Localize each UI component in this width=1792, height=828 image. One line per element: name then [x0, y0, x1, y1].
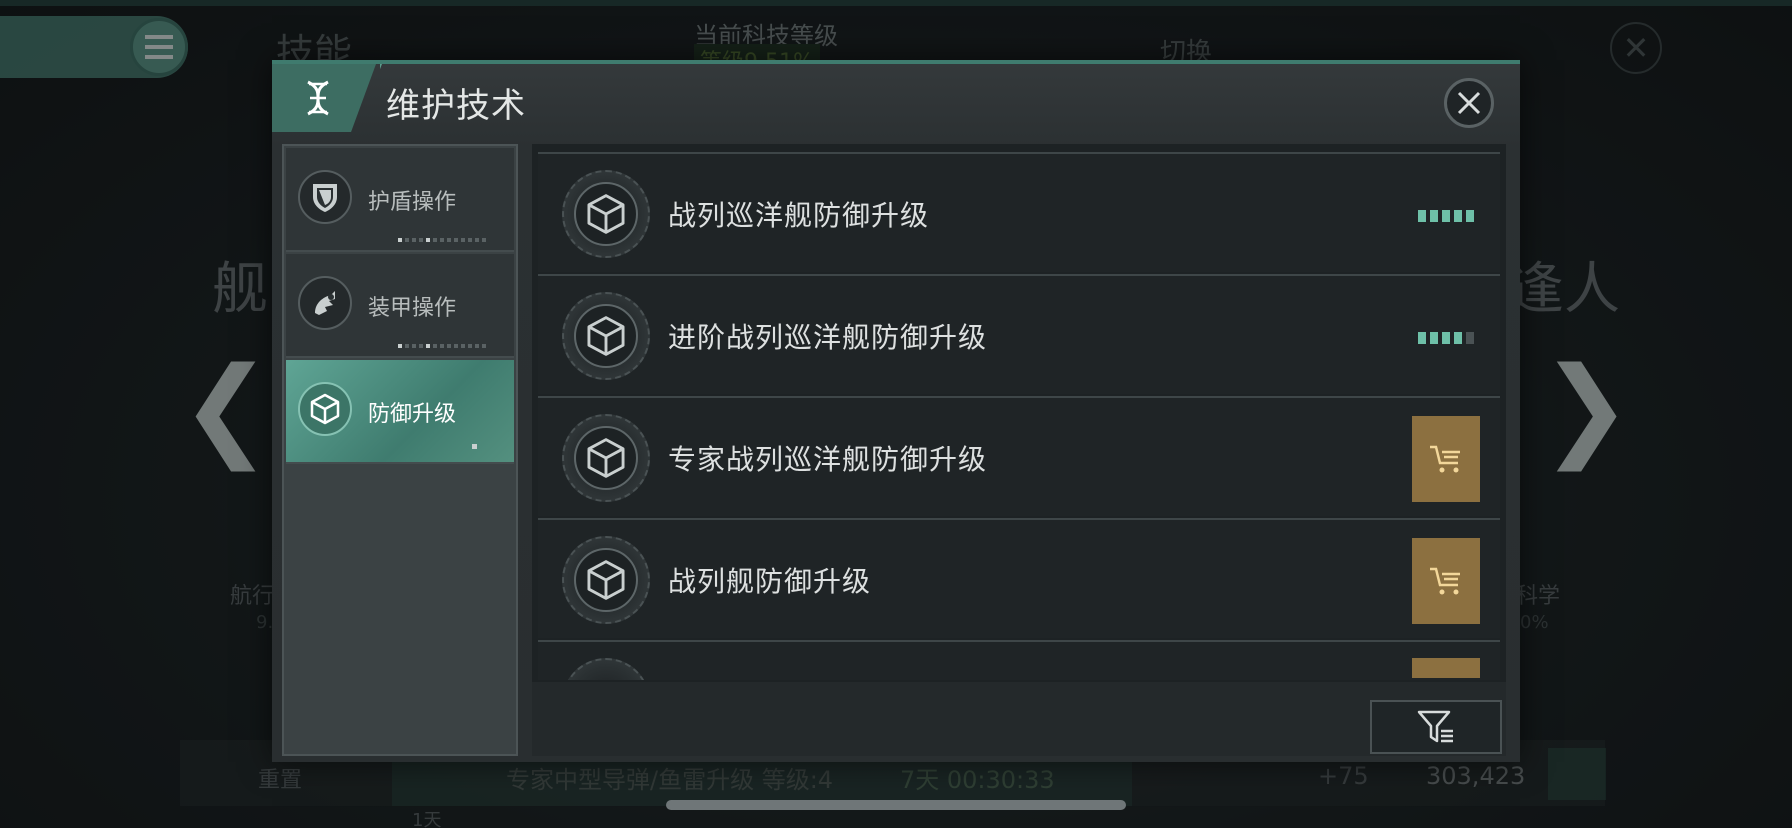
- level-pip: [1418, 210, 1426, 222]
- skill-icon-frame: [562, 536, 650, 624]
- cart-icon: [1430, 445, 1460, 473]
- level-pip: [1418, 332, 1426, 344]
- level-pip: [1430, 332, 1438, 344]
- skill-name: 战列舰防御升级: [668, 565, 872, 598]
- shield-icon: [298, 170, 352, 224]
- skill-name: 战列巡洋舰防御升级: [668, 199, 930, 232]
- dialog-title: 维护技术: [386, 86, 526, 126]
- list-footer: [532, 682, 1506, 756]
- buy-skill-button[interactable]: [1412, 416, 1480, 502]
- level-pip: [1466, 332, 1474, 344]
- maintenance-tech-dialog: 维护技术 护盾操作 装甲操作 防御升级 战列巡洋舰防御升级 进阶战列巡洋舰防御升…: [272, 60, 1520, 762]
- sidebar-item-defense-upgrade[interactable]: 防御升级: [286, 360, 514, 464]
- skill-icon-frame: [562, 292, 650, 380]
- skill-level-bar: [1418, 332, 1474, 344]
- cube-icon: [587, 316, 625, 356]
- filter-button[interactable]: [1370, 700, 1502, 754]
- skill-icon-frame: [562, 170, 650, 258]
- sidebar-progress-dots: [398, 344, 486, 348]
- close-icon: [1457, 91, 1481, 115]
- home-indicator[interactable]: [666, 800, 1126, 810]
- sidebar-progress-dots: [472, 444, 477, 449]
- sidebar-progress-dots: [398, 238, 486, 242]
- cart-icon: [1430, 567, 1460, 595]
- armor-icon: [298, 276, 352, 330]
- sidebar-item-label: 装甲操作: [368, 296, 457, 321]
- list-item[interactable]: 战列舰防御升级: [538, 518, 1500, 638]
- list-item[interactable]: 战列巡洋舰防御升级: [538, 152, 1500, 272]
- skill-name: 进阶战列巡洋舰防御升级: [668, 321, 988, 354]
- level-pip: [1454, 210, 1462, 222]
- list-item[interactable]: 进阶战列巡洋舰防御升级: [538, 274, 1500, 394]
- sidebar-item-armor-ops[interactable]: 装甲操作: [286, 254, 514, 358]
- level-pip: [1430, 210, 1438, 222]
- level-pip: [1466, 210, 1474, 222]
- list-item[interactable]: 专家战列巡洋舰防御升级: [538, 396, 1500, 516]
- skill-icon-frame: [562, 414, 650, 502]
- level-pip: [1442, 210, 1450, 222]
- category-sidebar: 护盾操作 装甲操作 防御升级: [282, 144, 518, 756]
- sidebar-item-label: 防御升级: [368, 402, 457, 427]
- skill-name: 专家战列巡洋舰防御升级: [668, 443, 988, 476]
- filter-icon: [1417, 710, 1453, 743]
- buy-skill-button[interactable]: [1412, 538, 1480, 624]
- level-pip: [1442, 332, 1450, 344]
- level-pip: [1454, 332, 1462, 344]
- cube-icon: [298, 382, 352, 436]
- cube-icon: [587, 560, 625, 600]
- buy-skill-button[interactable]: [1412, 658, 1480, 678]
- cube-icon: [587, 194, 625, 234]
- dna-icon: [307, 80, 329, 116]
- skill-icon-frame: [562, 658, 650, 680]
- list-item[interactable]: [538, 640, 1500, 680]
- skill-list: 战列巡洋舰防御升级 进阶战列巡洋舰防御升级 专家战列巡洋舰防御升级 战列舰防御升…: [532, 144, 1506, 756]
- sidebar-item-label: 护盾操作: [368, 190, 457, 215]
- cube-icon: [587, 438, 625, 478]
- dialog-close-button[interactable]: [1444, 78, 1494, 128]
- sidebar-item-shield-ops[interactable]: 护盾操作: [286, 148, 514, 252]
- skill-level-bar: [1418, 210, 1474, 222]
